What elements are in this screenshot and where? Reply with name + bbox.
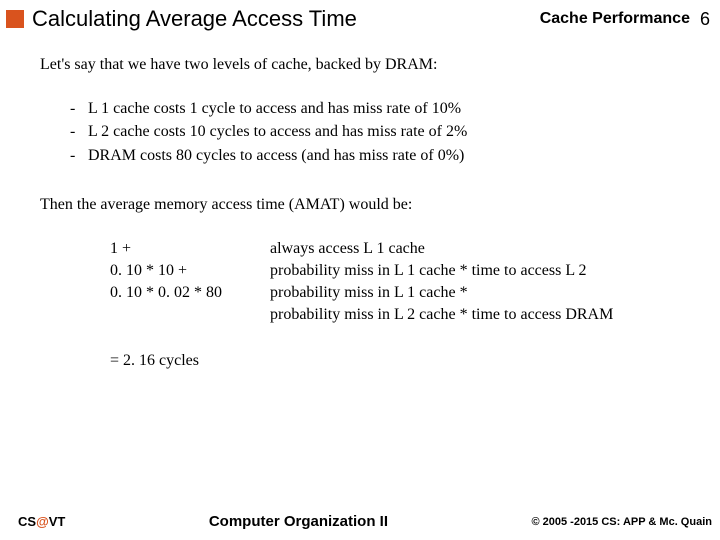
footer-right: © 2005 -2015 CS: APP & Mc. Quain [531,516,712,528]
slide-body: Let's say that we have two levels of cac… [0,36,720,372]
dash-icon: - [70,98,88,120]
calc-expr: 1 + [110,238,270,260]
bullet-text: DRAM costs 80 cycles to access (and has … [88,145,464,167]
bullet-list: - L 1 cache costs 1 cycle to access and … [70,98,690,167]
footer-org-post: VT [49,514,66,529]
calc-explain: probability miss in L 1 cache * time to … [270,260,613,282]
calc-expr: 0. 10 * 10 + [110,260,270,282]
footer-center: Computer Organization II [209,513,388,530]
bullet-text: L 1 cache costs 1 cycle to access and ha… [88,98,461,120]
calc-explain: probability miss in L 2 cache * time to … [270,304,613,326]
topic-label: Cache Performance [540,10,690,28]
calc-explanations: always access L 1 cache probability miss… [270,238,613,326]
list-item: - L 1 cache costs 1 cycle to access and … [70,98,690,120]
calc-expressions: 1 + 0. 10 * 10 + 0. 10 * 0. 02 * 80 [110,238,270,326]
slide-title: Calculating Average Access Time [32,6,540,32]
calc-explain: always access L 1 cache [270,238,613,260]
at-icon: @ [36,514,49,529]
bullet-text: L 2 cache costs 10 cycles to access and … [88,121,467,143]
intro-text: Let's say that we have two levels of cac… [40,54,690,76]
calc-block: 1 + 0. 10 * 10 + 0. 10 * 0. 02 * 80 alwa… [110,238,690,326]
calc-expr: 0. 10 * 0. 02 * 80 [110,282,270,304]
slide: Calculating Average Access Time Cache Pe… [0,0,720,540]
footer: CS@VT Computer Organization II © 2005 -2… [0,513,720,530]
footer-left: CS@VT [18,514,65,529]
then-text: Then the average memory access time (AMA… [40,194,690,216]
calc-expr [110,304,270,326]
result-text: = 2. 16 cycles [110,350,690,372]
accent-square-icon [6,10,24,28]
calc-explain: probability miss in L 1 cache * [270,282,613,304]
page-number: 6 [700,9,710,30]
dash-icon: - [70,145,88,167]
list-item: - L 2 cache costs 10 cycles to access an… [70,121,690,143]
header: Calculating Average Access Time Cache Pe… [0,0,720,36]
footer-org-pre: CS [18,514,36,529]
list-item: - DRAM costs 80 cycles to access (and ha… [70,145,690,167]
dash-icon: - [70,121,88,143]
